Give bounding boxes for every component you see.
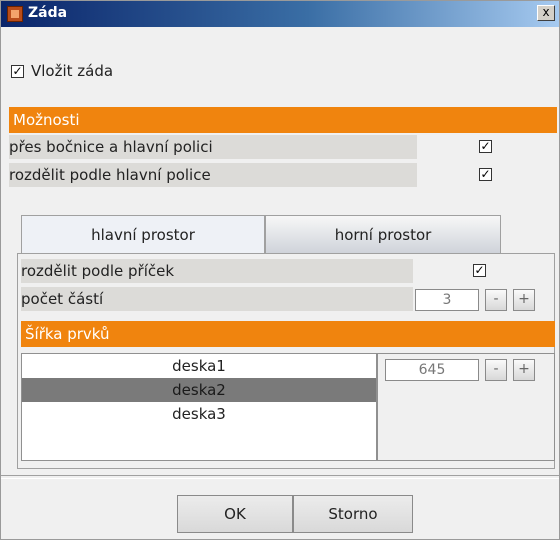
option-sides-checkbox[interactable]: ✓ bbox=[479, 140, 492, 153]
options-header: Možnosti bbox=[9, 107, 557, 133]
insert-back-label: Vložit záda bbox=[31, 62, 114, 80]
parts-count-label: počet částí bbox=[21, 290, 104, 308]
list-item[interactable]: deska1 bbox=[22, 354, 376, 378]
option-split-checkbox[interactable]: ✓ bbox=[479, 168, 492, 181]
ok-button[interactable]: OK bbox=[177, 495, 293, 533]
insert-back-checkbox[interactable]: ✓ bbox=[11, 65, 24, 78]
app-window-icon bbox=[7, 6, 23, 22]
tab-main-space[interactable]: hlavní prostor bbox=[21, 215, 265, 253]
list-item-selected[interactable]: deska2 bbox=[22, 378, 376, 402]
width-increment-button[interactable]: + bbox=[513, 359, 535, 381]
widths-header: Šířka prvků bbox=[21, 321, 555, 347]
window-title: Záda bbox=[28, 5, 68, 21]
cancel-button[interactable]: Storno bbox=[293, 495, 413, 533]
option-label: rozdělit podle hlavní police bbox=[9, 166, 211, 184]
option-row-sides-label: přes bočnice a hlavní polici bbox=[9, 135, 417, 159]
dialog-window: Záda x ✓ Vložit záda Možnosti přes bočni… bbox=[0, 0, 560, 540]
split-partitions-label: rozdělit podle příček bbox=[21, 262, 175, 280]
title-bar: Záda x bbox=[1, 1, 559, 27]
close-icon[interactable]: x bbox=[537, 5, 555, 21]
parts-decrement-button[interactable]: - bbox=[485, 289, 507, 311]
separator bbox=[1, 475, 559, 479]
option-label: přes bočnice a hlavní polici bbox=[9, 138, 213, 156]
option-row-split-label: rozdělit podle hlavní police bbox=[9, 163, 417, 187]
tab-upper-space[interactable]: horní prostor bbox=[265, 215, 501, 253]
element-list[interactable]: deska1 deska2 deska3 bbox=[21, 353, 377, 461]
parts-count-row: počet částí bbox=[21, 287, 413, 311]
parts-increment-button[interactable]: + bbox=[513, 289, 535, 311]
list-item[interactable]: deska3 bbox=[22, 402, 376, 426]
split-partitions-checkbox[interactable]: ✓ bbox=[473, 264, 486, 277]
width-input[interactable]: 645 bbox=[385, 359, 479, 381]
width-decrement-button[interactable]: - bbox=[485, 359, 507, 381]
parts-count-input[interactable]: 3 bbox=[415, 289, 479, 311]
split-partitions-row: rozdělit podle příček bbox=[21, 259, 413, 283]
